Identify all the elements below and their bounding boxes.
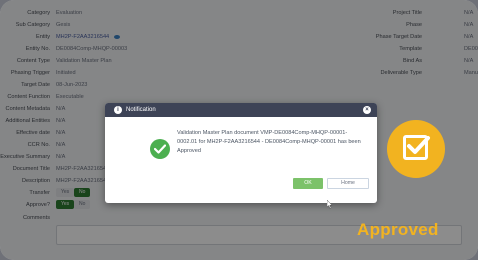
checkbox-icon: [387, 120, 445, 178]
dialog-title: Notification: [126, 107, 156, 113]
success-check-icon: [150, 139, 170, 159]
dialog-header: i Notification ×: [105, 103, 377, 117]
app-window: Category Evaluation Sub Category Gesis Entit…: [0, 0, 478, 260]
ok-button[interactable]: OK: [293, 178, 323, 189]
mouse-cursor-icon: [327, 200, 333, 209]
notification-dialog: i Notification × Validation Master Plan …: [105, 103, 377, 203]
info-icon: i: [114, 106, 122, 114]
approved-label: Approved: [357, 220, 439, 239]
close-icon[interactable]: ×: [363, 106, 371, 114]
notification-message: Validation Master Plan document VMP-DE00…: [177, 130, 361, 154]
home-button[interactable]: Home: [327, 178, 369, 189]
